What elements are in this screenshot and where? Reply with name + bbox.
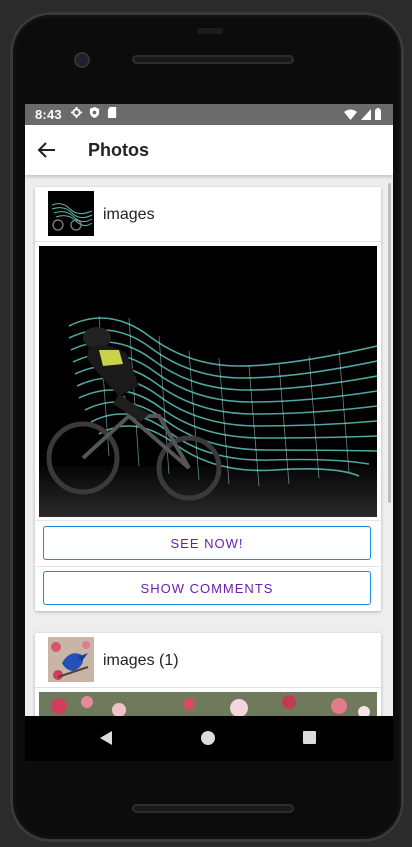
page-title: Photos [88,140,149,160]
settings-icon [71,107,82,118]
show-comments-button[interactable]: SHOW COMMENTS [43,571,371,605]
shield-icon [89,107,100,118]
navigation-bar [25,716,393,761]
top-notch [197,28,223,34]
card-title: images (1) [103,652,179,669]
cyclist-photo[interactable] [39,246,377,517]
top-speaker [132,55,294,64]
photo-thumbnail [48,637,94,682]
status-time: 8:43 [35,107,62,122]
card-header: images [35,187,381,242]
app-bar: Photos [25,125,393,175]
wifi-icon [344,109,357,120]
photo-thumbnail [48,191,94,236]
bird-photo[interactable] [39,692,377,716]
card-header: images (1) [35,633,381,688]
see-now-button[interactable]: SEE NOW! [43,526,371,560]
card-title: images [103,206,155,223]
device-screen: 8:43 Photos images SEE NOW! SHOW COMMENT… [25,104,393,716]
photo-card: images (1) [35,633,381,716]
divider [35,520,381,521]
sd-card-icon [107,107,117,118]
divider [35,566,381,567]
signal-icon [361,109,371,120]
scrollbar[interactable] [388,183,391,503]
nav-recents-icon[interactable] [303,731,316,744]
battery-icon [375,108,381,120]
bottom-speaker [132,804,294,813]
front-camera [76,54,88,66]
photo-list[interactable]: images SEE NOW! SHOW COMMENTS images (1) [25,175,393,716]
nav-home-icon[interactable] [201,731,215,745]
photo-card: images SEE NOW! SHOW COMMENTS [35,187,381,611]
back-arrow-icon[interactable] [37,140,57,160]
nav-back-icon[interactable] [99,731,113,745]
status-bar: 8:43 [25,104,393,125]
